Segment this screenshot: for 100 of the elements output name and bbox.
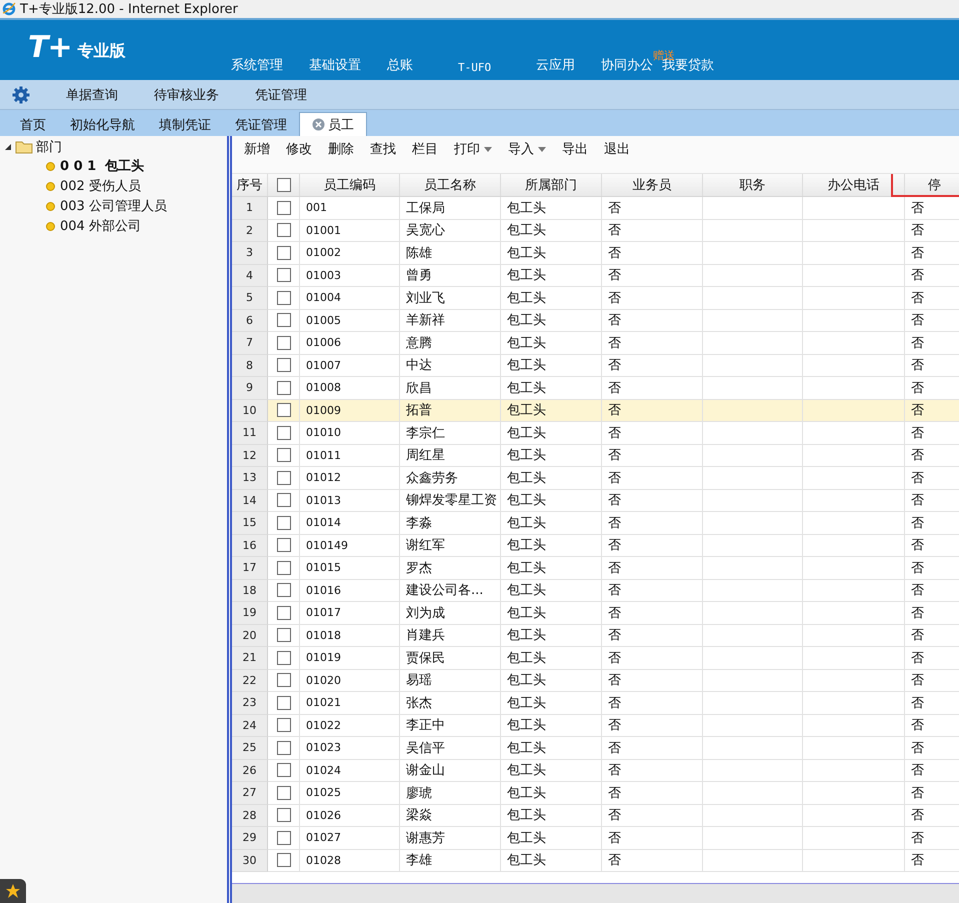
toolbar-button[interactable]: 删除 [320, 138, 362, 160]
checkbox[interactable] [276, 718, 290, 732]
tree-item[interactable]: 004 外部公司 [60, 217, 141, 235]
checkbox[interactable] [276, 763, 290, 778]
table-row[interactable]: 30 01028 李雄 包工头 否 否 [232, 850, 959, 872]
toolbar-button[interactable]: 栏目 [404, 138, 446, 160]
tab[interactable]: 初始化导航 [58, 114, 147, 136]
checkbox[interactable] [276, 358, 290, 372]
table-row[interactable]: 26 01024 谢金山 包工头 否 否 [232, 760, 959, 782]
table-row[interactable]: 14 01013 铆焊发零星工资 包工头 否 否 [232, 490, 959, 512]
checkbox[interactable] [276, 606, 290, 620]
tab[interactable]: 凭证管理 [223, 114, 299, 136]
checkbox[interactable] [276, 673, 290, 688]
column-header: 停 [905, 174, 959, 196]
checkbox[interactable] [276, 740, 290, 755]
toolbar-button[interactable]: 修改 [278, 138, 320, 160]
tree-item[interactable]: 0 0 1 包工头 [60, 157, 144, 175]
tab[interactable]: 首页 [8, 114, 58, 136]
table-row[interactable]: 7 01006 意腾 包工头 否 否 [232, 332, 959, 354]
table-row[interactable]: 28 01026 梁焱 包工头 否 否 [232, 804, 959, 827]
tree-item[interactable]: 003 公司管理人员 [60, 197, 167, 215]
checkbox[interactable] [276, 853, 290, 868]
toolbar-button[interactable]: 打印 [446, 138, 500, 160]
toolbar-button[interactable]: 导入 [500, 138, 554, 160]
checkbox[interactable] [276, 538, 290, 552]
tab[interactable]: 填制凭证 [147, 114, 223, 136]
nav-item[interactable]: 总账 [374, 56, 426, 74]
table-row[interactable]: 12 01011 周红星 包工头 否 否 [232, 444, 959, 467]
table-row[interactable]: 16 010149 谢红军 包工头 否 否 [232, 534, 959, 557]
expand-arrow-icon[interactable] [4, 143, 12, 151]
table-row[interactable]: 27 01025 廖琥 包工头 否 否 [232, 782, 959, 804]
tree-item[interactable]: 002 受伤人员 [60, 177, 141, 195]
nav-item[interactable]: 系统管理 [218, 56, 296, 74]
checkbox[interactable] [276, 808, 290, 822]
dot-icon [46, 222, 55, 230]
row-number: 17 [232, 557, 268, 580]
nav-item[interactable]: 云应用 [523, 56, 588, 74]
checkbox[interactable] [276, 448, 290, 462]
table-row[interactable]: 13 01012 众鑫劳务 包工头 否 否 [232, 467, 959, 490]
checkbox[interactable] [276, 403, 290, 418]
table-cell: 包工头 [501, 850, 602, 872]
settings-icon[interactable] [12, 86, 30, 104]
sub-nav-item[interactable]: 凭证管理 [255, 86, 307, 104]
checkbox[interactable] [276, 560, 290, 575]
table-cell: 李雄 [400, 850, 501, 872]
toolbar-button[interactable]: 导出 [554, 138, 596, 160]
toolbar-button[interactable]: 退出 [596, 138, 638, 160]
table-row[interactable]: 19 01017 刘为成 包工头 否 否 [232, 602, 959, 624]
table-row[interactable]: 1 001 工保局 包工头 否 否 [232, 197, 959, 220]
table-row[interactable]: 29 01027 谢惠芳 包工头 否 否 [232, 827, 959, 850]
row-number: 4 [232, 264, 268, 287]
checkbox[interactable] [276, 426, 290, 440]
checkbox[interactable] [276, 470, 290, 485]
checkbox[interactable] [276, 380, 290, 395]
tree-item[interactable]: 部门 [36, 138, 62, 156]
nav-item[interactable]: 基础设置 [296, 56, 374, 74]
table-row[interactable]: 25 01023 吴信平 包工头 否 否 [232, 737, 959, 760]
table-row[interactable]: 5 01004 刘业飞 包工头 否 否 [232, 287, 959, 310]
checkbox[interactable] [276, 493, 290, 508]
checkbox[interactable] [276, 336, 290, 350]
row-number: 18 [232, 580, 268, 602]
table-row[interactable]: 2 01001 吴宽心 包工头 否 否 [232, 220, 959, 242]
table-row[interactable]: 3 01002 陈雄 包工头 否 否 [232, 242, 959, 264]
checkbox[interactable] [276, 628, 290, 642]
table-row[interactable]: 18 01016 建设公司各... 包工头 否 否 [232, 580, 959, 602]
checkbox[interactable] [276, 516, 290, 530]
tab[interactable]: 员工 [299, 112, 367, 136]
table-row[interactable]: 6 01005 羊新祥 包工头 否 否 [232, 310, 959, 332]
checkbox[interactable] [276, 246, 290, 260]
toolbar-button[interactable]: 新增 [236, 138, 278, 160]
table-row[interactable]: 10 01009 拓普 包工头 否 否 [232, 400, 959, 422]
close-icon[interactable] [312, 118, 325, 131]
table-row[interactable]: 11 01010 李宗仁 包工头 否 否 [232, 422, 959, 444]
table-row[interactable]: 22 01020 易瑶 包工头 否 否 [232, 670, 959, 692]
checkbox[interactable] [276, 178, 290, 192]
checkbox[interactable] [276, 650, 290, 665]
checkbox[interactable] [276, 200, 290, 215]
column-header: 职务 [703, 174, 803, 196]
checkbox[interactable] [276, 786, 290, 800]
checkbox[interactable] [276, 223, 290, 238]
nav-item[interactable]: T-UFO [426, 61, 524, 74]
sub-nav-item[interactable]: 单据查询 [66, 86, 118, 104]
checkbox[interactable] [276, 583, 290, 598]
table-row[interactable]: 8 01007 中达 包工头 否 否 [232, 354, 959, 377]
table-row[interactable]: 17 01015 罗杰 包工头 否 否 [232, 557, 959, 580]
checkbox[interactable] [276, 696, 290, 710]
table-row[interactable]: 24 01022 李正中 包工头 否 否 [232, 714, 959, 737]
checkbox[interactable] [276, 830, 290, 845]
table-row[interactable]: 15 01014 李淼 包工头 否 否 [232, 512, 959, 534]
table-row[interactable]: 9 01008 欣昌 包工头 否 否 [232, 377, 959, 400]
checkbox[interactable] [276, 268, 290, 282]
table-row[interactable]: 20 01018 肖建兵 包工头 否 否 [232, 624, 959, 647]
toolbar-button[interactable]: 查找 [362, 138, 404, 160]
checkbox[interactable] [276, 313, 290, 328]
table-row[interactable]: 23 01021 张杰 包工头 否 否 [232, 692, 959, 714]
checkbox[interactable] [276, 290, 290, 305]
favorites-tab[interactable] [0, 879, 26, 903]
table-row[interactable]: 4 01003 曾勇 包工头 否 否 [232, 264, 959, 287]
table-row[interactable]: 21 01019 贾保民 包工头 否 否 [232, 647, 959, 670]
sub-nav-item[interactable]: 待审核业务 [154, 86, 219, 104]
